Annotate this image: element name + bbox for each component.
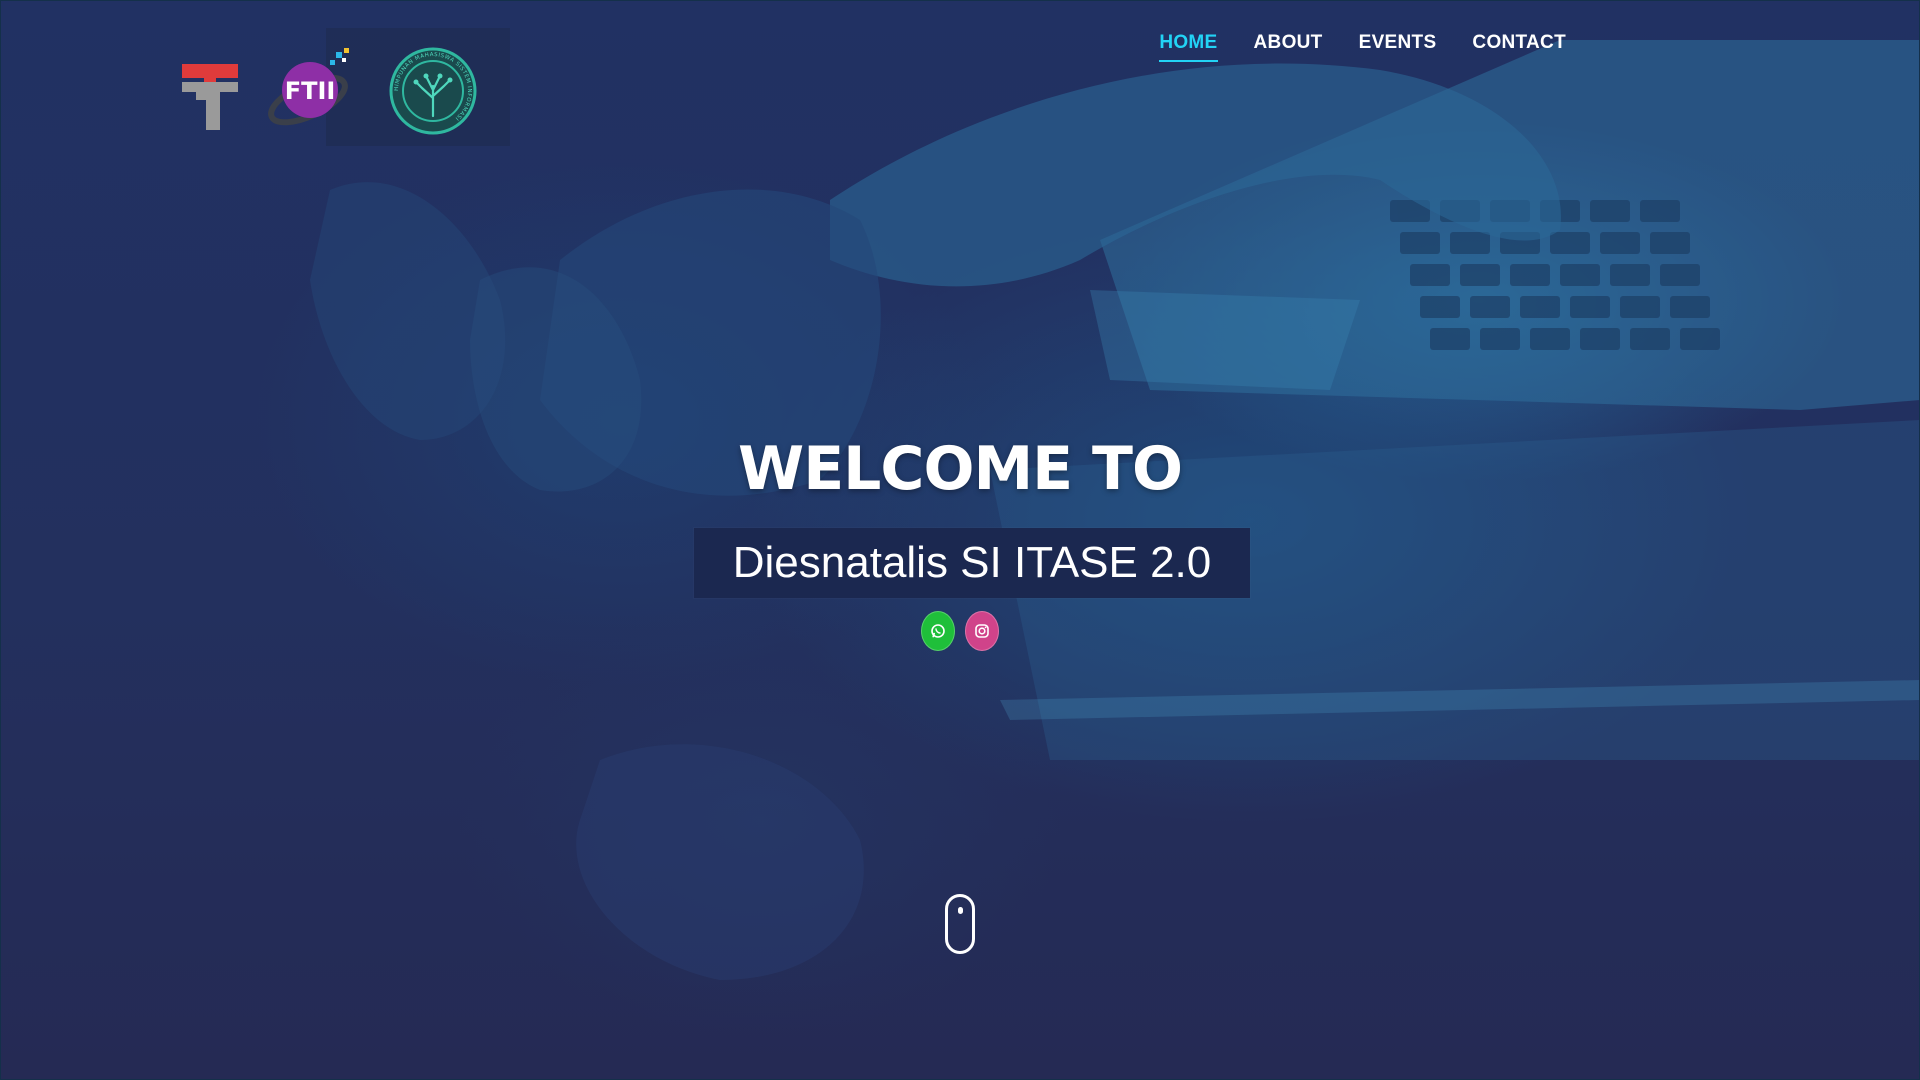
ftii-logo-text: FTII (285, 77, 336, 105)
nav-item-home[interactable]: HOME (1159, 32, 1218, 62)
whatsapp-button[interactable] (921, 611, 955, 651)
social-links (921, 611, 999, 651)
nav-item-contact[interactable]: CONTACT (1472, 32, 1566, 62)
tree-seal-icon[interactable]: HIMPUNAN MAHASISWA SISTEM INFORMASI (388, 46, 478, 136)
instagram-icon (975, 624, 989, 638)
instagram-button[interactable] (965, 611, 999, 651)
ftii-logo-icon[interactable]: FTII (264, 48, 360, 130)
hero-section: FTII HIMPUNAN MAHASISWA SISTEM INFORMASI… (0, 0, 1920, 1080)
nav-item-events[interactable]: EVENTS (1359, 32, 1437, 62)
whatsapp-icon (931, 624, 945, 638)
hero-subtitle: Diesnatalis SI ITASE 2.0 (732, 538, 1212, 587)
scroll-wheel (957, 907, 963, 914)
hero-heading: WELCOME TO (738, 434, 1183, 504)
main-nav: HOME ABOUT EVENTS CONTACT (1159, 32, 1566, 62)
t-logo-icon[interactable] (180, 60, 240, 132)
nav-item-about[interactable]: ABOUT (1254, 32, 1323, 62)
mouse-scroll-icon[interactable] (945, 894, 975, 954)
